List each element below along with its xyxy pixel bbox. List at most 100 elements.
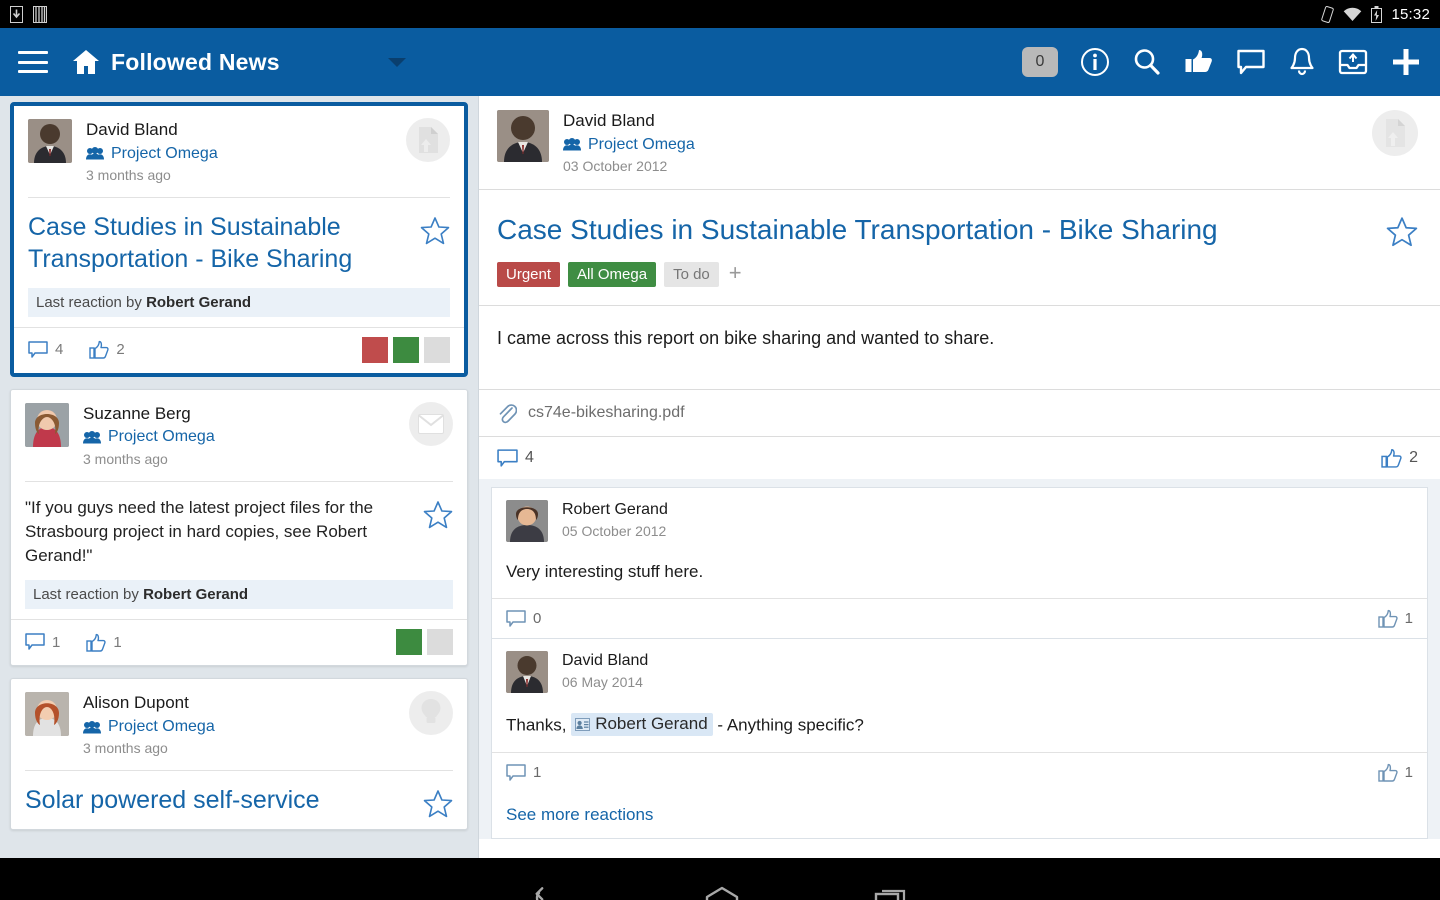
comment-item-0[interactable]: Robert Gerand 05 October 2012 Very inter… [491,487,1428,639]
lightbulb-icon [409,691,453,736]
like-count[interactable]: 2 [1381,448,1418,468]
author-name: Alison Dupont [83,693,189,713]
comment-count-value: 4 [55,341,64,359]
author-name: David Bland [562,652,649,670]
card-body: Case Studies in Sustainable Transportati… [14,198,464,286]
thumbs-up-icon[interactable] [1184,47,1214,77]
card-body: "If you guys need the latest project fil… [11,482,467,578]
status-bar-right-icons: 15:32 [1321,5,1430,23]
detail-footer: 4 2 [479,437,1440,479]
contact-card-icon [575,717,591,731]
author-name: Robert Gerand [562,501,668,519]
detail-author-block: David Bland Project Omega 03 October 201… [563,110,695,176]
card-footer: 4 2 [14,326,464,373]
home-icon [73,50,99,74]
group-link[interactable]: Project Omega [86,144,218,164]
like-count[interactable]: 1 [1377,763,1413,782]
status-bar-clock: 15:32 [1391,5,1430,23]
star-outline-icon[interactable] [423,789,453,819]
hamburger-menu-icon[interactable] [18,51,48,73]
group-link[interactable]: Project Omega [83,717,215,737]
post-detail-pane[interactable]: David Bland Project Omega 03 October 201… [478,96,1440,858]
document-upload-icon [1372,110,1418,156]
last-reaction-user: Robert Gerand [143,586,249,604]
add-tag-button[interactable]: + [729,262,742,284]
last-reaction-bar: Last reaction by Robert Gerand [28,287,450,317]
download-icon [10,5,23,23]
like-count[interactable]: 1 [1377,609,1413,628]
counter-badge-button[interactable]: 0 [1022,47,1058,77]
card-title[interactable]: Case Studies in Sustainable Transportati… [28,212,408,276]
home-icon[interactable] [703,884,741,900]
mention-chip[interactable]: Robert Gerand [571,713,713,737]
card-author-block: Suzanne Berg Project Omega 3 months ago [83,403,215,469]
group-link[interactable]: Project Omega [563,135,695,155]
news-feed-list[interactable]: David Bland Project Omega 3 months ago C… [0,96,478,858]
attachment-row[interactable]: cs74e-bikesharing.pdf [479,390,1440,436]
tag-urgent[interactable]: Urgent [497,262,561,288]
thumbs-up-icon [1377,764,1398,782]
star-outline-icon[interactable] [1386,216,1418,248]
info-icon[interactable] [1080,47,1110,77]
like-count[interactable]: 1 [86,633,122,652]
feed-card-2[interactable]: Alison Dupont Project Omega 3 months ago… [10,678,468,831]
last-reaction-prefix: Last reaction by [36,293,147,311]
mention-name: Robert Gerand [595,714,708,734]
like-count[interactable]: 2 [89,340,125,359]
card-title[interactable]: Solar powered self-service [25,785,411,817]
tag-list: Urgent All Omega To do + [479,248,1440,305]
thumbs-up-icon [1377,610,1398,628]
tag-swatch-grey [424,336,450,363]
last-reaction-bar: Last reaction by Robert Gerand [25,580,453,610]
see-more-reactions-link[interactable]: See more reactions [491,792,1428,840]
back-icon[interactable] [531,884,571,900]
feed-card-0[interactable]: David Bland Project Omega 3 months ago C… [10,102,468,377]
comment-count[interactable]: 1 [506,763,541,782]
tag-to-do[interactable]: To do [664,262,719,288]
bell-icon[interactable] [1288,47,1316,77]
timestamp: 3 months ago [86,167,171,184]
comment-count-value: 4 [525,449,534,467]
avatar [28,119,72,163]
comment-count[interactable]: 4 [28,340,64,359]
search-icon[interactable] [1132,47,1162,77]
comment-list: Robert Gerand 05 October 2012 Very inter… [479,479,1440,840]
star-outline-icon[interactable] [420,216,450,246]
paperclip-icon [499,404,517,424]
like-count-value: 1 [1404,764,1413,782]
tag-swatch-grey [427,629,453,656]
chevron-down-icon[interactable] [387,57,406,67]
group-name: Project Omega [108,717,215,735]
chat-bubble-icon [497,448,518,467]
tag-swatches [396,629,453,656]
group-link[interactable]: Project Omega [83,427,215,447]
comment-count[interactable]: 0 [506,609,541,628]
card-title[interactable]: "If you guys need the latest project fil… [25,496,411,568]
comment-text-before: Thanks, [506,715,572,735]
tag-swatches [362,336,450,363]
detail-header: David Bland Project Omega 03 October 201… [479,96,1440,189]
comment-author-block: Robert Gerand 05 October 2012 [562,500,668,540]
chat-bubble-icon [506,763,526,781]
plus-icon[interactable] [1390,46,1422,78]
comment-item-1[interactable]: David Bland 06 May 2014 Thanks, Robert G… [491,638,1428,793]
comment-count[interactable]: 4 [497,448,534,468]
envelope-icon [409,401,453,446]
star-outline-icon[interactable] [423,500,453,530]
chat-bubble-icon[interactable] [1236,47,1266,77]
comment-count[interactable]: 1 [25,633,60,651]
inbox-tray-icon[interactable] [1338,48,1368,76]
like-count-value: 2 [116,341,125,359]
app-bar: Followed News 0 [0,28,1440,96]
card-header: David Bland Project Omega 3 months ago [14,106,464,197]
recent-apps-icon[interactable] [873,884,909,900]
comment-date: 05 October 2012 [562,522,667,539]
comment-header: David Bland 06 May 2014 [492,639,1427,699]
tag-all-omega[interactable]: All Omega [568,262,657,288]
group-icon [86,147,104,160]
like-count-value: 1 [113,633,122,651]
detail-title-row: Case Studies in Sustainable Transportati… [479,190,1440,248]
comment-text: Thanks, Robert Gerand - Anything specifi… [492,699,1427,752]
tag-swatch-red [362,336,388,363]
feed-card-1[interactable]: Suzanne Berg Project Omega 3 months ago … [10,388,468,667]
